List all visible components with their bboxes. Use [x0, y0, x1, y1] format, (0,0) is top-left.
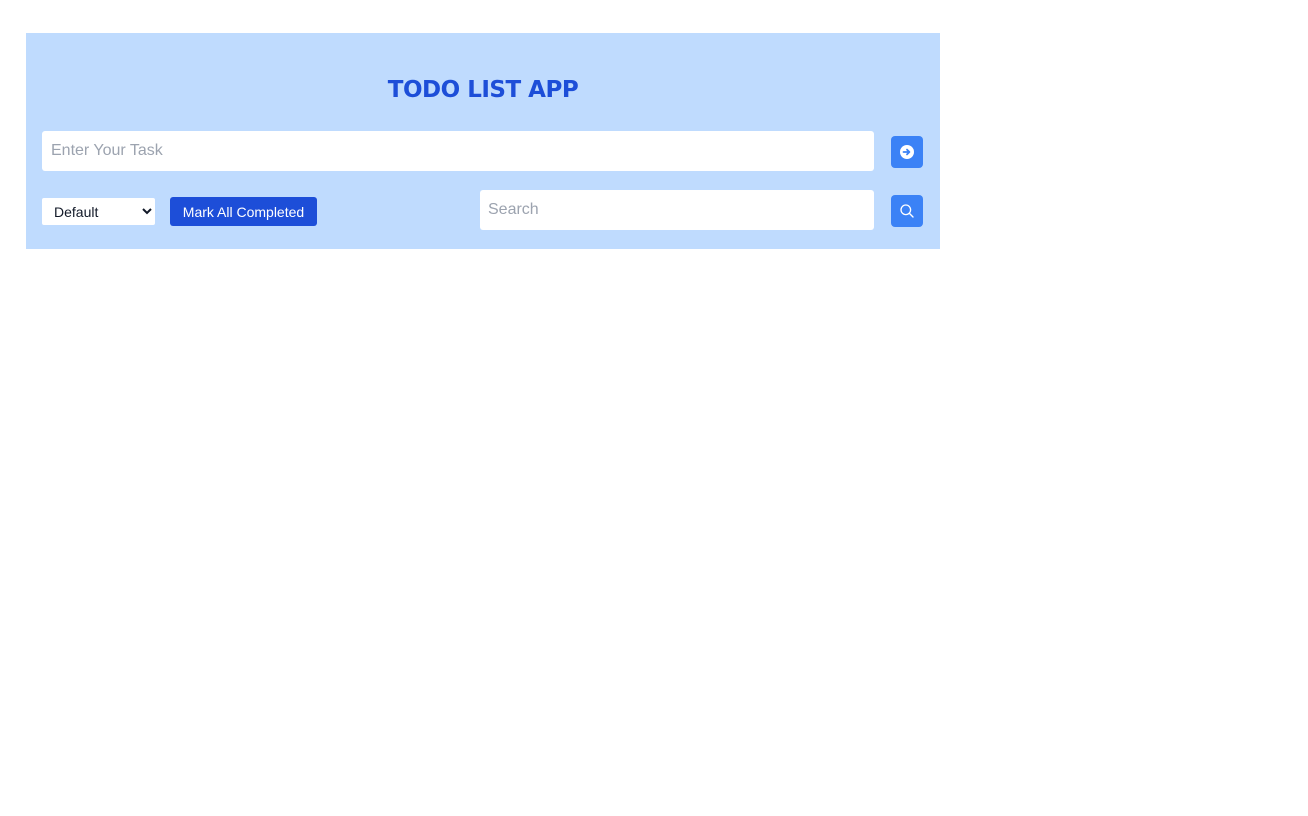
search-input[interactable]: [480, 190, 874, 230]
add-task-button[interactable]: [891, 136, 923, 168]
search-icon: [899, 203, 915, 219]
search-button[interactable]: [891, 195, 923, 227]
task-input[interactable]: [42, 131, 874, 171]
arrow-circle-right-icon: [900, 145, 914, 159]
app-title: TODO LIST APP: [387, 77, 579, 103]
filter-select[interactable]: Default: [42, 198, 155, 225]
mark-all-completed-button[interactable]: Mark All Completed: [170, 197, 317, 226]
todo-app-panel: TODO LIST APP Default Mark All Completed: [26, 33, 940, 249]
